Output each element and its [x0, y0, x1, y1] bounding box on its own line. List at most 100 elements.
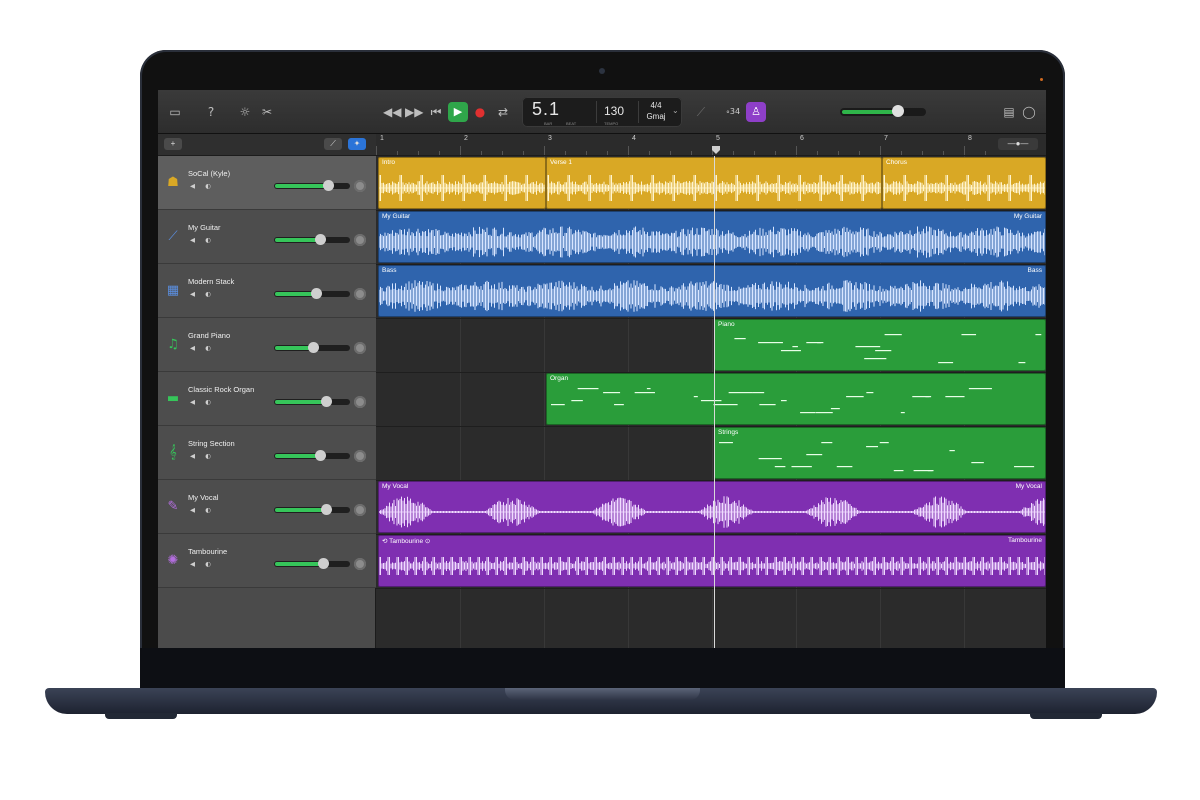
help-icon[interactable]: ?: [202, 103, 220, 121]
volume-knob[interactable]: [318, 558, 330, 569]
audio-region[interactable]: Bass Bass: [378, 265, 1046, 317]
mute-solo-icons[interactable]: ◀ ◐: [190, 344, 215, 352]
track-volume-slider[interactable]: [274, 180, 350, 191]
track-volume-slider[interactable]: [274, 558, 350, 569]
drummer-region[interactable]: Intro: [378, 157, 546, 209]
volume-fill: [275, 346, 311, 350]
volume-knob[interactable]: [321, 504, 333, 515]
ruler-bar-number: 2: [464, 135, 468, 142]
volume-knob[interactable]: [322, 180, 334, 191]
track-volume-slider[interactable]: [274, 396, 350, 407]
tracks-area[interactable]: Intro Verse 1 Chorus My Guitar My Guitar…: [376, 156, 1046, 648]
lcd-display[interactable]: 5.1 BAR BEAT 130 TEMPO 4/4 Gmaj ⌄: [522, 97, 682, 127]
ruler-tick: [775, 151, 776, 155]
track-header[interactable]: 𝄞 String Section ◀ ◐: [158, 426, 376, 480]
ruler-bar-number: 8: [968, 135, 972, 142]
volume-knob[interactable]: [321, 396, 333, 407]
library-icon[interactable]: ▭: [166, 103, 184, 121]
ruler-tick: [670, 151, 671, 155]
master-volume-slider[interactable]: [840, 105, 926, 117]
volume-fill: [275, 292, 314, 296]
piano-icon: ♫: [167, 337, 179, 352]
smart-controls-icon[interactable]: ☼: [236, 103, 254, 121]
zoom-slider[interactable]: —●—: [998, 138, 1038, 150]
pan-knob[interactable]: [354, 234, 366, 246]
midi-region[interactable]: Strings: [714, 427, 1046, 479]
track-header[interactable]: ✺ Tambourine ◀ ◐: [158, 534, 376, 588]
ruler-tick: [565, 151, 566, 155]
track-volume-slider[interactable]: [274, 234, 350, 245]
mute-solo-icons[interactable]: ◀ ◐: [190, 182, 215, 190]
mute-solo-icons[interactable]: ◀ ◐: [190, 506, 215, 514]
track-volume-slider[interactable]: [274, 288, 350, 299]
tambourine-icon: ✺: [167, 553, 179, 568]
region-waveform: [379, 280, 1045, 312]
audio-region[interactable]: ⟲ Tambourine ⊙ Tambourine: [378, 535, 1046, 587]
cycle-icon[interactable]: ⇄: [494, 103, 512, 121]
pan-knob[interactable]: [354, 180, 366, 192]
pan-knob[interactable]: [354, 396, 366, 408]
tuner-icon[interactable]: ⟋: [692, 103, 710, 121]
pan-knob[interactable]: [354, 288, 366, 300]
timeline-ruler[interactable]: 1 2 3 4 5 6 7 8 —●—: [376, 134, 1046, 156]
rewind-icon[interactable]: ◀◀: [383, 103, 401, 121]
master-volume-fill: [842, 110, 895, 114]
ruler-tick: [649, 151, 650, 155]
region-name: Chorus: [886, 159, 907, 166]
track-volume-slider[interactable]: [274, 450, 350, 461]
midi-region[interactable]: Piano: [714, 319, 1046, 371]
track-name: Classic Rock Organ: [188, 385, 255, 394]
track-header[interactable]: ▦ Modern Stack ◀ ◐: [158, 264, 376, 318]
amp-icon: ▦: [166, 283, 180, 298]
midi-region[interactable]: Organ: [546, 373, 1046, 425]
mute-solo-icons[interactable]: ◀ ◐: [190, 290, 215, 298]
add-track-button[interactable]: +: [164, 138, 182, 150]
playhead[interactable]: [714, 156, 715, 648]
track-volume-slider[interactable]: [274, 342, 350, 353]
notepad-icon[interactable]: ▤: [1000, 103, 1018, 121]
audio-region[interactable]: My Vocal My Vocal: [378, 481, 1046, 533]
ruler-tick: [901, 151, 902, 155]
volume-fill: [275, 400, 325, 404]
loop-browser-icon[interactable]: ◯: [1020, 103, 1038, 121]
pan-knob[interactable]: [354, 504, 366, 516]
pan-knob[interactable]: [354, 450, 366, 462]
pan-knob[interactable]: [354, 558, 366, 570]
track-header[interactable]: ♫ Grand Piano ◀ ◐: [158, 318, 376, 372]
audio-region[interactable]: My Guitar My Guitar: [378, 211, 1046, 263]
region-notes: [734, 334, 1042, 364]
play-button[interactable]: ▶: [448, 102, 468, 122]
ruler-tick: [523, 151, 524, 155]
count-in-label[interactable]: ⃘34: [724, 103, 746, 121]
volume-knob[interactable]: [315, 234, 327, 245]
track-header[interactable]: ▬ Classic Rock Organ ◀ ◐: [158, 372, 376, 426]
track-header[interactable]: ⟋ My Guitar ◀ ◐: [158, 210, 376, 264]
mute-solo-icons[interactable]: ◀ ◐: [190, 236, 215, 244]
pan-knob[interactable]: [354, 342, 366, 354]
mute-solo-icons[interactable]: ◀ ◐: [190, 398, 215, 406]
smart-tempo-button[interactable]: ✦: [348, 138, 366, 150]
editors-icon[interactable]: ✂: [258, 103, 276, 121]
automation-button[interactable]: ⟋: [324, 138, 342, 150]
volume-fill: [275, 454, 319, 458]
volume-fill: [275, 184, 326, 188]
volume-knob[interactable]: [307, 342, 319, 353]
track-header[interactable]: ✎ My Vocal ◀ ◐: [158, 480, 376, 534]
track-volume-slider[interactable]: [274, 504, 350, 515]
mute-solo-icons[interactable]: ◀ ◐: [190, 560, 215, 568]
mute-solo-icons[interactable]: ◀ ◐: [190, 452, 215, 460]
ruler-tick: [796, 146, 797, 155]
skip-to-start-icon[interactable]: ⏮: [427, 103, 445, 121]
ruler-tick: [397, 151, 398, 155]
record-button[interactable]: ●: [472, 102, 488, 122]
metronome-button[interactable]: ♙: [746, 102, 766, 122]
master-volume-knob[interactable]: [892, 105, 905, 117]
ruler-bar-number: 6: [800, 135, 804, 142]
chevron-down-icon[interactable]: ⌄: [672, 106, 679, 115]
volume-knob[interactable]: [310, 288, 322, 299]
fast-forward-icon[interactable]: ▶▶: [405, 103, 423, 121]
track-header[interactable]: ☗ SoCal (Kyle) ◀ ◐: [158, 156, 376, 210]
drummer-region[interactable]: Chorus: [882, 157, 1046, 209]
volume-knob[interactable]: [315, 450, 327, 461]
track-name: My Guitar: [188, 223, 221, 232]
